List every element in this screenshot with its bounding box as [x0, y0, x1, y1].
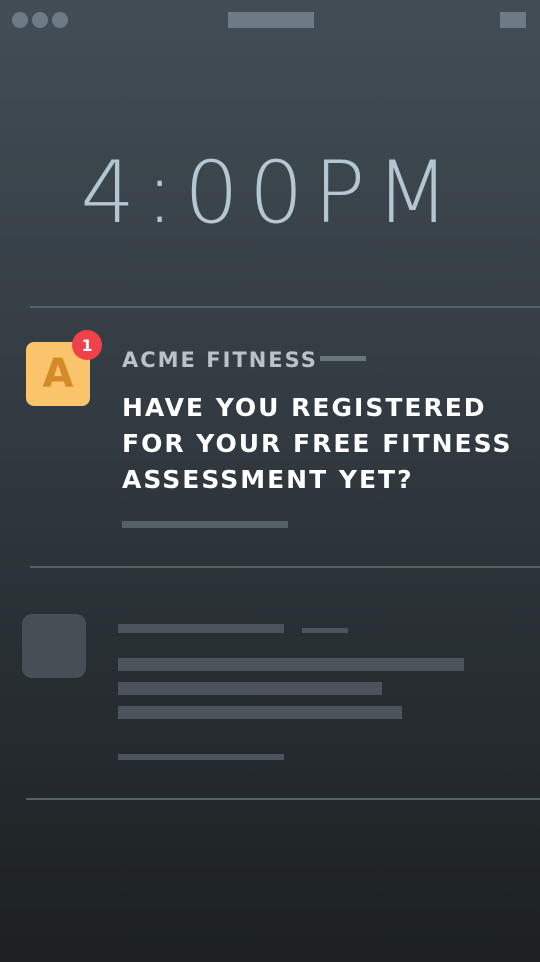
divider-middle — [30, 566, 540, 568]
placeholder-app-icon — [22, 614, 86, 678]
lock-screen-clock: 4:00PM — [80, 143, 460, 243]
divider-bottom — [26, 798, 540, 800]
window-dot-1-icon — [12, 12, 28, 28]
window-dot-3-icon — [52, 12, 68, 28]
placeholder-action — [118, 754, 284, 760]
placeholder-line-1 — [118, 658, 464, 671]
placeholder-app-name — [118, 624, 284, 633]
notification-time-placeholder — [320, 356, 366, 361]
placeholder-time — [302, 628, 348, 633]
notification-badge: 1 — [72, 330, 102, 360]
placeholder-line-2 — [118, 682, 382, 695]
status-bar-battery-placeholder — [500, 12, 526, 28]
app-icon-letter: A — [42, 351, 74, 397]
notification-app-name: ACME FITNESS — [122, 348, 318, 372]
notification-action-placeholder — [122, 521, 288, 528]
badge-count: 1 — [81, 335, 93, 355]
status-bar-title-placeholder — [228, 12, 314, 28]
window-dot-2-icon — [32, 12, 48, 28]
divider-top — [30, 306, 540, 308]
placeholder-line-3 — [118, 706, 402, 719]
notification-message: HAVE YOU REGISTERED FOR YOUR FREE FITNES… — [122, 393, 513, 494]
